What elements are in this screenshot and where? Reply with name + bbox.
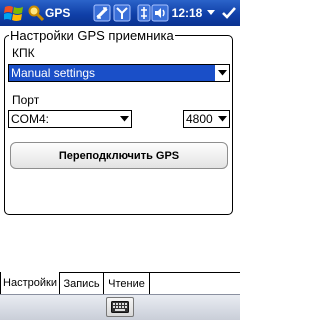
keyboard-icon[interactable] [106, 297, 134, 317]
baud-rate-select[interactable]: 4800 [183, 110, 230, 128]
clock[interactable]: 12:18 [170, 2, 204, 24]
baud-rate-value: 4800 [186, 112, 213, 126]
group-title: Настройки GPS приемника [9, 28, 175, 43]
tab-read[interactable]: Чтение [104, 273, 150, 294]
tab-record[interactable]: Запись [60, 273, 104, 294]
title-bar: GPS 12:18 [0, 0, 240, 26]
chevron-down-icon[interactable] [117, 111, 131, 127]
signal-strength-icon[interactable] [112, 3, 132, 23]
port-label: Порт [12, 93, 40, 107]
port-select-value: COM4: [11, 112, 50, 126]
tab-strip: Настройки Запись Чтение [0, 272, 240, 294]
bottom-menu-bar [0, 294, 240, 320]
windows-flag-icon[interactable] [2, 2, 26, 24]
data-connection-icon[interactable] [92, 3, 112, 23]
chevron-down-icon[interactable] [205, 2, 217, 24]
app-title: GPS [45, 6, 71, 20]
tab-settings[interactable]: Настройки [0, 272, 60, 294]
magnifier-icon [28, 2, 44, 24]
mode-select-value: Manual settings [11, 66, 96, 80]
volume-icon[interactable] [150, 3, 170, 23]
port-select[interactable]: COM4: [8, 110, 132, 128]
ok-checkmark-icon[interactable] [220, 2, 238, 24]
chevron-down-icon[interactable] [215, 65, 229, 81]
reconnect-gps-button[interactable]: Переподключить GPS [10, 142, 228, 169]
mode-select[interactable]: Manual settings [8, 64, 230, 82]
kpk-label: КПК [12, 46, 35, 60]
chevron-down-icon[interactable] [215, 111, 229, 127]
